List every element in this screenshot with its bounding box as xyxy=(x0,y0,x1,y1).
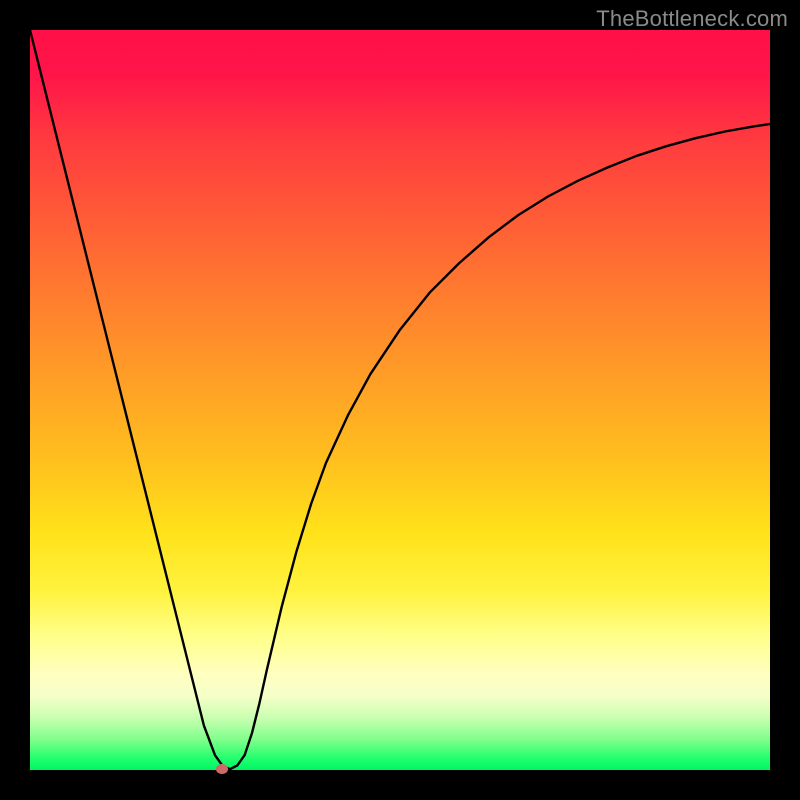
curve-path xyxy=(30,30,770,769)
watermark-text: TheBottleneck.com xyxy=(596,6,788,32)
minimum-marker xyxy=(216,764,228,774)
chart-frame: TheBottleneck.com xyxy=(0,0,800,800)
curve-svg xyxy=(30,30,770,770)
plot-area xyxy=(30,30,770,770)
